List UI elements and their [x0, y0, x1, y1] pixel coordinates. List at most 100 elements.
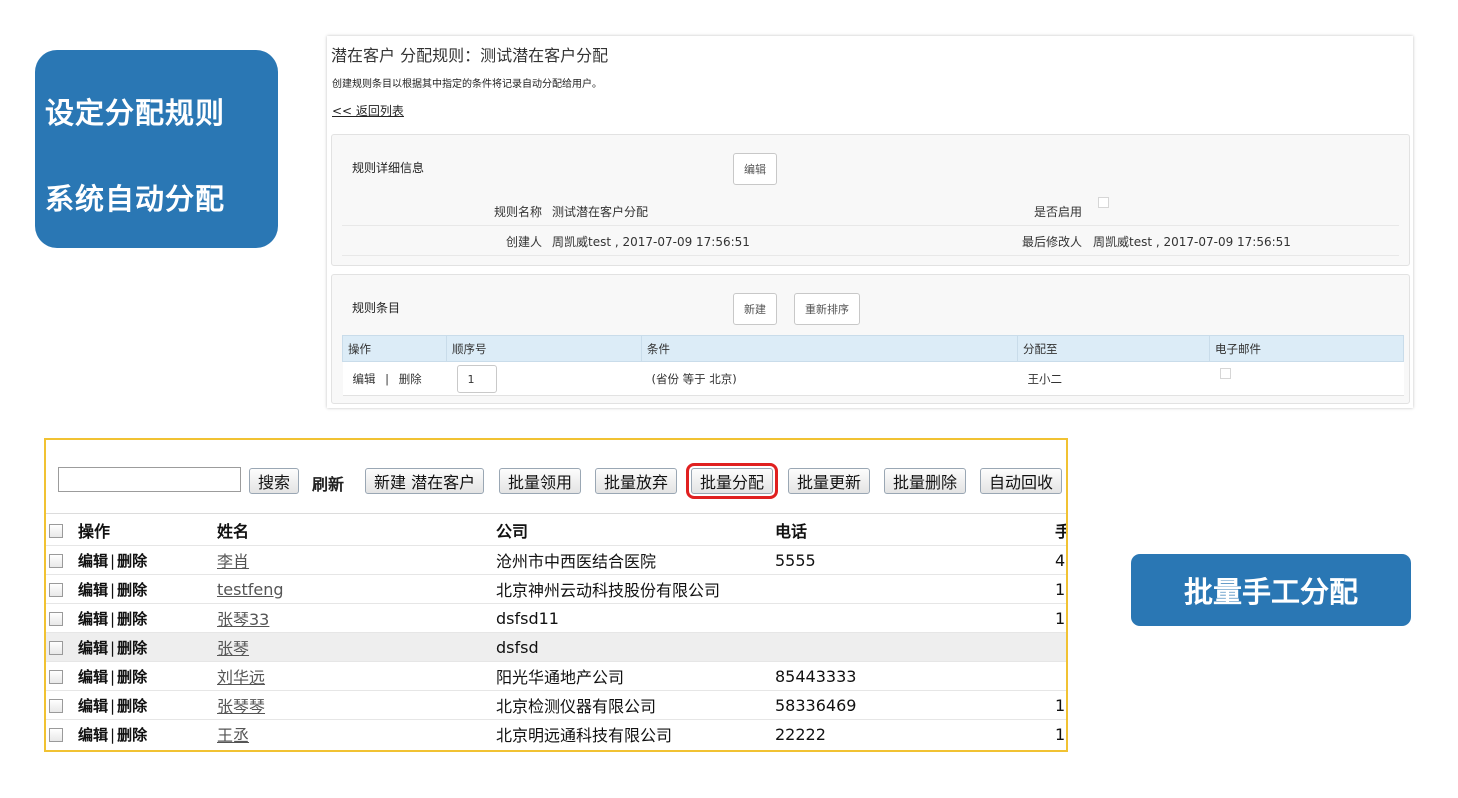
table-row: 编辑 | 删除 李肖 沧州市中西医结合医院 5555 4: [46, 545, 1066, 575]
op-separator: |: [110, 551, 116, 570]
search-input[interactable]: [58, 467, 241, 492]
assignee-cell: 王小二: [1017, 361, 1210, 396]
table-row: 编辑 | 删除 张琴琴 北京检测仪器有限公司 58336469 1: [46, 690, 1066, 720]
edit-link[interactable]: 编辑: [78, 726, 108, 744]
row-checkbox[interactable]: [49, 670, 63, 684]
new-rule-item-button[interactable]: 新建: [733, 293, 777, 325]
company-cell: dsfsd11: [496, 603, 775, 633]
sequence-input[interactable]: 1: [456, 364, 497, 393]
row-checkbox[interactable]: [49, 583, 63, 597]
column-header: 操作: [78, 513, 217, 546]
edit-link[interactable]: 编辑: [78, 639, 108, 657]
rule-items-section: 规则条目 新建 重新排序 操作 顺序号 条件 分配至 电子邮件 编辑 | 删除: [331, 274, 1410, 404]
row-checkbox[interactable]: [49, 641, 63, 655]
row-checkbox[interactable]: [49, 612, 63, 626]
edit-link[interactable]: 编辑: [78, 697, 108, 715]
op-separator: |: [110, 667, 116, 686]
rule-items-title: 规则条目: [352, 301, 401, 315]
page-title: 潜在客户 分配规则：测试潜在客户分配: [331, 46, 609, 65]
enabled-label: 是否启用: [1033, 205, 1082, 219]
delete-link[interactable]: 删除: [117, 581, 147, 599]
page-description: 创建规则条目以根据其中指定的条件将记录自动分配给用户。: [332, 79, 602, 90]
select-all-checkbox[interactable]: [49, 523, 63, 538]
phone-cell: 58336469: [775, 690, 1055, 720]
search-button[interactable]: 搜索: [249, 468, 300, 494]
row-checkbox[interactable]: [49, 728, 63, 743]
table-row: 编辑 | 删除 testfeng 北京神州云动科技股份有限公司 1: [46, 574, 1066, 604]
column-header: 公司: [496, 513, 775, 546]
phone-cell: 22222: [775, 719, 1055, 749]
refresh-link[interactable]: 刷新: [312, 471, 344, 495]
column-header: 条件: [641, 335, 1018, 362]
assignment-rule-panel: 潜在客户 分配规则：测试潜在客户分配 创建规则条目以根据其中指定的条件将记录自动…: [327, 36, 1413, 408]
delete-link[interactable]: 删除: [117, 552, 147, 570]
op-separator: |: [110, 725, 116, 744]
column-header: 姓名: [217, 513, 496, 546]
batch-update-button[interactable]: 批量更新: [788, 468, 871, 494]
table-row: 编辑 | 删除 王丞 北京明远通科技有限公司 22222 1: [46, 719, 1066, 749]
op-separator: |: [385, 371, 390, 386]
edit-link[interactable]: 编辑: [78, 668, 108, 686]
edit-rule-button[interactable]: 编辑: [733, 153, 777, 185]
new-lead-button[interactable]: 新建 潜在客户: [365, 468, 485, 494]
callout-auto-assign: 系统自动分配: [45, 182, 226, 216]
edit-link[interactable]: 编辑: [78, 552, 108, 570]
mobile-cell: 1: [1055, 719, 1066, 749]
lead-name-link[interactable]: 李肖: [217, 552, 249, 571]
phone-cell: 5555: [775, 545, 1055, 575]
table-row: 编辑 | 删除 张琴33 dsfsd11 1: [46, 603, 1066, 633]
edit-link[interactable]: 编辑: [78, 610, 108, 628]
divider: [342, 225, 1399, 226]
company-cell: 阳光华通地产公司: [496, 661, 775, 691]
op-separator: |: [110, 580, 116, 599]
lead-name-link[interactable]: testfeng: [217, 580, 284, 599]
row-checkbox[interactable]: [49, 699, 63, 713]
batch-delete-button[interactable]: 批量删除: [884, 468, 967, 494]
delete-link[interactable]: 删除: [117, 610, 147, 628]
op-separator: |: [110, 696, 116, 715]
op-separator: |: [110, 638, 116, 657]
back-to-list-link[interactable]: << 返回列表: [332, 102, 404, 119]
lead-name-link[interactable]: 张琴33: [217, 610, 269, 629]
column-header: 电子邮件: [1209, 335, 1404, 362]
lead-name-link[interactable]: 王丞: [217, 726, 249, 745]
delete-link[interactable]: 删除: [117, 697, 147, 715]
lead-name-link[interactable]: 张琴琴: [217, 697, 265, 716]
delete-link[interactable]: 删除: [399, 372, 422, 386]
list-toolbar: 搜索 刷新 新建 潜在客户 批量领用 批量放弃 批量分配 批量更新 批量删除 自…: [46, 440, 1066, 512]
column-header: 操作: [342, 335, 447, 362]
lead-table: 操作 姓名 公司 电话 手 编辑|删除李肖沧州市中西医结合医院55554编辑|删…: [46, 513, 1066, 749]
lead-name-link[interactable]: 刘华远: [217, 668, 265, 687]
column-header: 分配至: [1017, 335, 1210, 362]
delete-link[interactable]: 删除: [117, 639, 147, 657]
table-row: 编辑 | 删除 1 (省份 等于 北京) 王小二: [342, 361, 1404, 396]
batch-assign-button[interactable]: 批量分配: [685, 463, 779, 499]
mobile-cell: [1055, 632, 1066, 662]
company-cell: 北京明远通科技有限公司: [496, 719, 775, 749]
lead-list-panel: 搜索 刷新 新建 潜在客户 批量领用 批量放弃 批量分配 批量更新 批量删除 自…: [44, 438, 1068, 752]
email-checkbox: [1219, 367, 1231, 379]
rule-detail-section: 规则详细信息 编辑 规则名称 测试潜在客户分配 是否启用 创建人 周凯威test…: [331, 134, 1410, 266]
edit-link[interactable]: 编辑: [78, 581, 108, 599]
mobile-cell: 1: [1055, 574, 1066, 604]
callout-set-rules: 设定分配规则: [45, 96, 226, 130]
lead-name-link[interactable]: 张琴: [217, 639, 249, 658]
column-header: 手: [1055, 513, 1066, 546]
delete-link[interactable]: 删除: [117, 668, 147, 686]
auto-recycle-button[interactable]: 自动回收: [980, 468, 1063, 494]
mobile-cell: 4: [1055, 545, 1066, 575]
enabled-checkbox: [1098, 197, 1109, 208]
delete-link[interactable]: 删除: [117, 726, 147, 744]
row-checkbox[interactable]: [49, 554, 63, 568]
divider: [342, 255, 1399, 256]
batch-abandon-button[interactable]: 批量放弃: [595, 468, 678, 494]
mobile-cell: [1055, 661, 1066, 691]
column-header: 顺序号: [446, 335, 642, 362]
column-header: 电话: [775, 513, 1055, 546]
reorder-button[interactable]: 重新排序: [794, 293, 860, 325]
phone-cell: [775, 574, 1055, 604]
company-cell: 沧州市中西医结合医院: [496, 545, 775, 575]
mobile-cell: 1: [1055, 603, 1066, 633]
batch-claim-button[interactable]: 批量领用: [499, 468, 582, 494]
edit-link[interactable]: 编辑: [353, 372, 376, 386]
